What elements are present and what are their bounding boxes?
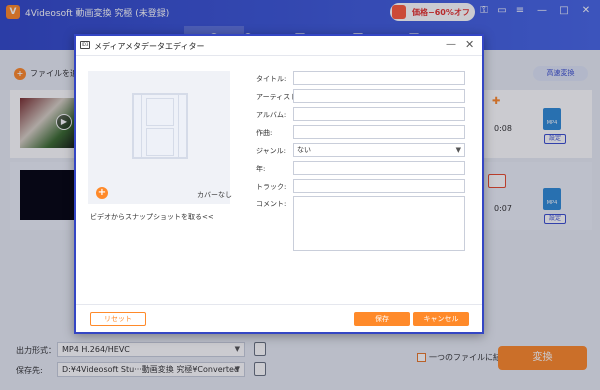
chevron-down-icon: ▼ <box>455 146 461 154</box>
genre-select[interactable]: ない ▼ <box>293 143 465 157</box>
comment-label: コメント: <box>256 200 287 208</box>
film-icon <box>132 93 188 159</box>
year-label: 年: <box>256 165 266 173</box>
composer-label: 作曲: <box>256 129 273 137</box>
cancel-button[interactable]: キャンセル <box>413 312 469 326</box>
save-button[interactable]: 保存 <box>354 312 410 326</box>
track-input[interactable] <box>293 179 465 193</box>
snapshot-link[interactable]: ビデオからスナップショットを取る<< <box>90 212 214 222</box>
minimize-icon[interactable]: — <box>446 39 456 50</box>
reset-button[interactable]: リセット <box>90 312 146 326</box>
album-label: アルバム: <box>256 111 287 119</box>
album-input[interactable] <box>293 107 465 121</box>
dialog-title-bar: ID3 メディアメタデータエディター — ✕ <box>76 36 482 56</box>
year-input[interactable] <box>293 161 465 175</box>
cover-status: カバーなし <box>197 191 232 199</box>
metadata-editor-dialog: ID3 メディアメタデータエディター — ✕ + カバーなし ビデオからスナップ… <box>74 34 484 334</box>
close-icon[interactable]: ✕ <box>465 38 474 51</box>
comment-textarea[interactable] <box>293 196 465 251</box>
cover-art-area[interactable]: + カバーなし <box>88 71 232 204</box>
track-label: トラック: <box>256 183 287 191</box>
genre-value: ない <box>297 146 311 154</box>
title-input[interactable] <box>293 71 465 85</box>
composer-input[interactable] <box>293 125 465 139</box>
genre-label: ジャンル: <box>256 147 287 155</box>
title-label: タイトル: <box>256 75 287 83</box>
id3-icon: ID3 <box>80 41 90 49</box>
dialog-title: メディアメタデータエディター <box>94 42 205 51</box>
artist-input[interactable] <box>293 89 465 103</box>
add-cover-button[interactable]: + <box>96 187 108 199</box>
